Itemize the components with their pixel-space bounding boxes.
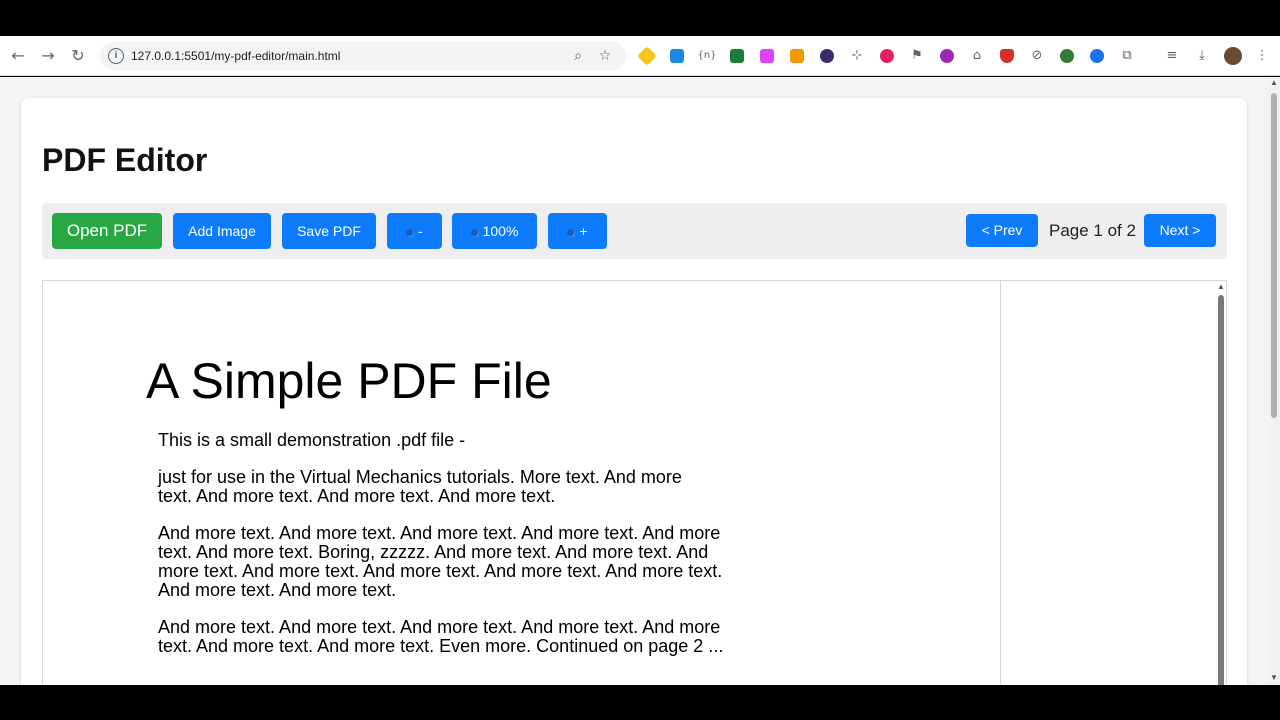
- scroll-up-arrow-icon[interactable]: ▲: [1270, 79, 1278, 87]
- extension-icon-4[interactable]: [730, 49, 744, 63]
- reload-icon[interactable]: ↻: [67, 45, 89, 67]
- reading-list-icon[interactable]: ≡: [1162, 46, 1182, 66]
- page-viewport: PDF Editor Open PDF Add Image Save PDF -…: [0, 77, 1268, 685]
- zoom-level-label: 100%: [482, 223, 519, 239]
- back-arrow-icon[interactable]: ←: [7, 45, 29, 67]
- page-title: PDF Editor: [42, 142, 208, 178]
- address-bar[interactable]: i 127.0.0.1:5501/my-pdf-editor/main.html…: [100, 42, 626, 70]
- extension-icon-14[interactable]: ⊘: [1027, 46, 1047, 66]
- bookmark-star-icon[interactable]: ☆: [596, 47, 614, 65]
- letterbox-bottom: [0, 685, 1280, 720]
- zoom-out-button[interactable]: -: [387, 213, 442, 249]
- brave-shield-icon[interactable]: [1000, 49, 1014, 63]
- extension-icon-1[interactable]: [637, 46, 657, 66]
- pdf-text-line: just for use in the Virtual Mechanics tu…: [158, 467, 682, 487]
- pdf-text-line: more text. And more text. And more text.…: [158, 561, 723, 581]
- scroll-up-arrow-icon[interactable]: ▲: [1217, 283, 1225, 291]
- pdf-text-line: text. And more text. And more text. And …: [158, 486, 556, 506]
- extension-icon-5[interactable]: [760, 49, 774, 63]
- bookmark-extension-icon[interactable]: ⚑: [907, 46, 927, 66]
- extension-icon-16[interactable]: [1090, 49, 1104, 63]
- page-scrollbar[interactable]: ▲ ▼: [1268, 77, 1280, 685]
- download-icon[interactable]: ⤓: [1192, 46, 1212, 66]
- pdf-text-line: This is a small demonstration .pdf file …: [158, 430, 466, 450]
- save-pdf-button[interactable]: Save PDF: [282, 213, 376, 249]
- extension-icon-6[interactable]: [790, 49, 804, 63]
- pdf-heading: A Simple PDF File: [146, 353, 552, 409]
- json-extension-icon[interactable]: {n}: [697, 46, 717, 66]
- extension-icon-2[interactable]: [670, 49, 684, 63]
- prev-page-button[interactable]: < Prev: [966, 214, 1038, 247]
- extensions-puzzle-icon[interactable]: ⧉: [1117, 46, 1137, 66]
- extension-icon-11[interactable]: [940, 49, 954, 63]
- extension-icon-8[interactable]: ⊹: [847, 46, 867, 66]
- zoom-out-label: -: [418, 223, 423, 239]
- page-scrollbar-thumb[interactable]: [1271, 93, 1277, 418]
- zoom-icon[interactable]: ⌕: [569, 47, 587, 65]
- url-text[interactable]: 127.0.0.1:5501/my-pdf-editor/main.html: [131, 49, 340, 63]
- pdf-page-canvas[interactable]: A Simple PDF File This is a small demons…: [43, 281, 1001, 685]
- controls-bar: Open PDF Add Image Save PDF - 100% + < P…: [42, 203, 1227, 259]
- zoom-reset-button[interactable]: 100%: [452, 213, 537, 249]
- page-indicator: Page 1 of 2: [1049, 221, 1136, 240]
- profile-avatar[interactable]: [1224, 47, 1242, 65]
- editor-card: PDF Editor Open PDF Add Image Save PDF -…: [21, 98, 1247, 685]
- browser-toolbar: ← → ↻ i 127.0.0.1:5501/my-pdf-editor/mai…: [0, 36, 1280, 76]
- pdf-text-line: And more text. And more text. And more t…: [158, 523, 721, 543]
- pdf-scrollbar[interactable]: ▲: [1215, 281, 1226, 685]
- pdf-text-line: And more text. And more text.: [158, 580, 397, 600]
- zoom-in-label: +: [579, 223, 588, 239]
- magnifier-icon: [567, 228, 575, 236]
- pdf-viewer[interactable]: A Simple PDF File This is a small demons…: [42, 280, 1227, 685]
- pdf-text-line: text. And more text. And more text. Even…: [158, 636, 724, 656]
- add-image-button[interactable]: Add Image: [173, 213, 271, 249]
- extension-icon-7[interactable]: [820, 49, 834, 63]
- next-page-button[interactable]: Next >: [1144, 214, 1216, 247]
- zoom-in-button[interactable]: +: [548, 213, 607, 249]
- pdf-text-line: And more text. And more text. And more t…: [158, 617, 721, 637]
- open-pdf-button[interactable]: Open PDF: [52, 213, 162, 249]
- magnifier-icon: [406, 228, 414, 236]
- letterbox-top: [0, 0, 1280, 36]
- forward-arrow-icon[interactable]: →: [37, 45, 59, 67]
- extension-icon-15[interactable]: [1060, 49, 1074, 63]
- extension-icon-9[interactable]: [880, 49, 894, 63]
- magnifier-icon: [470, 228, 478, 236]
- site-info-icon[interactable]: i: [108, 48, 124, 64]
- scroll-down-arrow-icon[interactable]: ▼: [1270, 674, 1278, 682]
- pdf-text-line: text. And more text. Boring, zzzzz. And …: [158, 542, 709, 562]
- kebab-menu-icon[interactable]: ⋮: [1252, 46, 1272, 66]
- extension-icon-12[interactable]: ⌂: [967, 46, 987, 66]
- pdf-scrollbar-thumb[interactable]: [1218, 295, 1224, 685]
